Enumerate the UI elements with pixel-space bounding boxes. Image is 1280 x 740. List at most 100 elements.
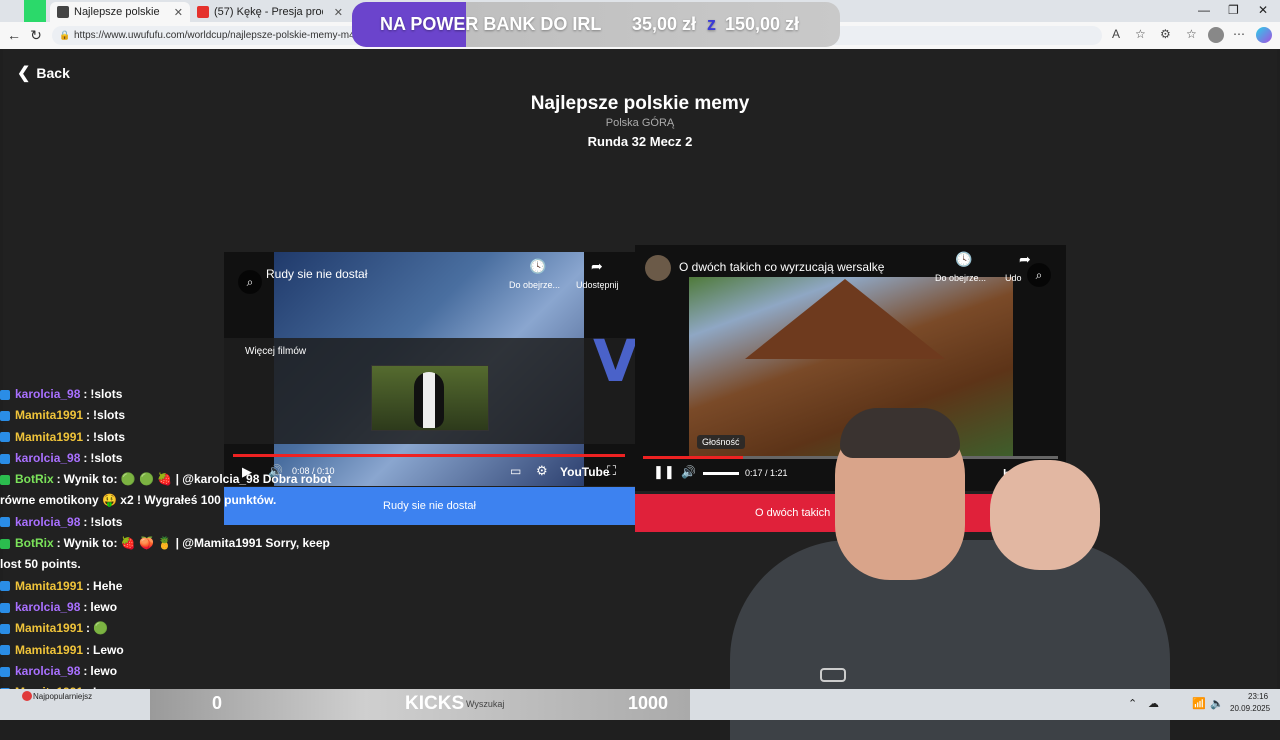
chat-message: Mamita1991: Hehe	[0, 576, 335, 597]
chat-badge-icon	[0, 602, 10, 613]
notification-icon[interactable]	[22, 691, 32, 701]
chat-separator: :	[86, 621, 91, 636]
clock-date: 20.09.2025	[1230, 704, 1271, 713]
chat-badge-icon	[0, 453, 10, 464]
chat-badge-icon	[0, 389, 10, 400]
chat-text: równe emotikony 🤑 x2 ! Wygrałeś 100 punk…	[0, 493, 277, 508]
chat-username[interactable]: karolcia_98	[15, 597, 80, 618]
read-aloud-icon[interactable]: A	[1112, 27, 1120, 41]
chat-username[interactable]: karolcia_98	[15, 512, 80, 533]
chat-text: !slots	[90, 450, 123, 465]
notification-text: Najpopularniejsz	[33, 692, 93, 701]
youtube-favicon-icon	[197, 6, 209, 18]
minimize-icon[interactable]: —	[1198, 3, 1210, 17]
chat-badge-icon	[0, 432, 10, 443]
chat-message: karolcia_98: !slots	[0, 448, 335, 469]
stream-logo-icon	[24, 0, 46, 22]
speaker-icon[interactable]: 🔈	[1210, 697, 1224, 710]
chat-message: karolcia_98: lewo	[0, 597, 335, 618]
chat-text: Wynik to: 🍓 🍑 🍍 | @Mamita1991 Sorry, kee…	[63, 536, 330, 551]
chat-username[interactable]: karolcia_98	[15, 661, 80, 682]
suggested-video-thumbnail[interactable]	[371, 365, 489, 431]
close-tab-icon[interactable]: ✕	[334, 6, 343, 19]
chat-username[interactable]: karolcia_98	[15, 448, 80, 469]
chat-message: Mamita1991: 🟢	[0, 618, 335, 639]
tab-active[interactable]: Najlepsze polskie memy | Ur ✕	[50, 2, 190, 22]
refresh-icon[interactable]: ↻	[27, 26, 45, 44]
chat-separator: :	[83, 387, 88, 401]
vs-v: V	[593, 327, 638, 395]
channel-avatar	[645, 255, 671, 281]
chat-separator: :	[86, 408, 91, 423]
more-menu-icon[interactable]: ⋯	[1233, 27, 1245, 41]
chat-message: lost 50 points.	[0, 554, 335, 575]
volume-icon[interactable]: 🔊	[681, 465, 696, 479]
streamer-hair	[840, 408, 960, 458]
subtitles-icon[interactable]: ▭	[510, 464, 521, 478]
close-tab-icon[interactable]: ✕	[174, 6, 183, 19]
chat-text: lewo	[90, 599, 118, 614]
back-arrow-icon[interactable]: ←	[5, 26, 23, 44]
settings-gear-icon[interactable]: ⚙	[536, 463, 548, 479]
chat-text: !slots	[93, 429, 126, 444]
search-input[interactable]: Wyszukaj	[466, 699, 504, 709]
chat-username[interactable]: Mamita1991	[15, 576, 83, 597]
chat-username[interactable]: Mamita1991	[15, 640, 83, 661]
pause-icon[interactable]: ❚❚	[653, 464, 675, 480]
extensions-icon[interactable]: ⚙	[1160, 27, 1171, 41]
chat-separator: :	[83, 599, 88, 614]
chat-username[interactable]: Mamita1991	[15, 427, 83, 448]
profile-avatar[interactable]	[1208, 27, 1224, 43]
chat-message: Mamita1991:Lewo	[0, 640, 335, 661]
chat-text: !slots	[90, 514, 123, 529]
collections-icon[interactable]: ☆	[1186, 27, 1197, 41]
chat-text: Lewo	[93, 642, 124, 657]
chat-message: karolcia_98: !slots	[0, 384, 335, 405]
left-video-title: Rudy sie nie dostał	[266, 267, 368, 281]
chat-separator: :	[83, 514, 88, 529]
youtube-logo[interactable]: YouTube	[560, 465, 610, 479]
watch-later-icon[interactable]: 🕓	[955, 251, 972, 268]
chevron-up-icon[interactable]: ⌃	[1128, 697, 1137, 710]
chat-text: !slots	[90, 387, 123, 401]
tab-youtube[interactable]: (57) Kękę - Presja prod. Uraz - Yo ✕	[190, 2, 350, 22]
chat-badge-icon	[0, 410, 10, 421]
house-roof-shape	[745, 279, 945, 359]
chat-badge-icon	[0, 517, 10, 528]
favorite-star-icon[interactable]: ☆	[1135, 27, 1146, 41]
chat-username[interactable]: karolcia_98	[15, 384, 80, 405]
fullscreen-icon[interactable]: ⛶	[607, 463, 616, 479]
chat-username[interactable]: BotRix	[15, 533, 54, 554]
chat-separator: :	[86, 578, 91, 593]
chat-username[interactable]: BotRix	[15, 469, 54, 490]
watch-later-icon[interactable]: 🕓	[529, 258, 546, 275]
chat-text: lewo	[90, 663, 118, 678]
page-title: Najlepsze polskie memy	[530, 93, 750, 114]
chat-username[interactable]: Mamita1991	[15, 405, 83, 426]
chat-message: Mamita1991: !slots	[0, 427, 335, 448]
zoom-icon[interactable]: ⌕	[1027, 263, 1051, 287]
chat-message: równe emotikony 🤑 x2 ! Wygrałeś 100 punk…	[0, 490, 335, 511]
chat-separator: :	[56, 536, 61, 551]
share-icon[interactable]: ➦	[1019, 251, 1031, 268]
clock-time: 23:16	[1248, 692, 1269, 701]
wifi-icon[interactable]: 📶	[1192, 697, 1206, 710]
streamer-hand	[990, 460, 1100, 570]
chat-separator: :	[86, 429, 91, 444]
close-window-icon[interactable]: ✕	[1258, 3, 1268, 17]
share-icon[interactable]: ➦	[591, 258, 603, 275]
maximize-icon[interactable]: ❐	[1228, 3, 1239, 17]
copilot-icon[interactable]	[1256, 27, 1272, 43]
chat-message: Mamita1991: !slots	[0, 405, 335, 426]
back-button[interactable]: ❮ Back	[17, 63, 70, 83]
penguin-shape	[414, 372, 444, 428]
chat-username[interactable]: Mamita1991	[15, 618, 83, 639]
chat-separator: :	[83, 450, 88, 465]
chat-separator: :	[83, 663, 88, 678]
chat-badge-icon	[0, 581, 10, 592]
zoom-icon[interactable]: ⌕	[238, 270, 262, 294]
chat-separator: :	[86, 642, 91, 657]
chat-badge-icon	[0, 623, 10, 634]
chat-text: lost 50 points.	[0, 557, 81, 572]
more-videos-label: Więcej filmów	[245, 346, 307, 357]
